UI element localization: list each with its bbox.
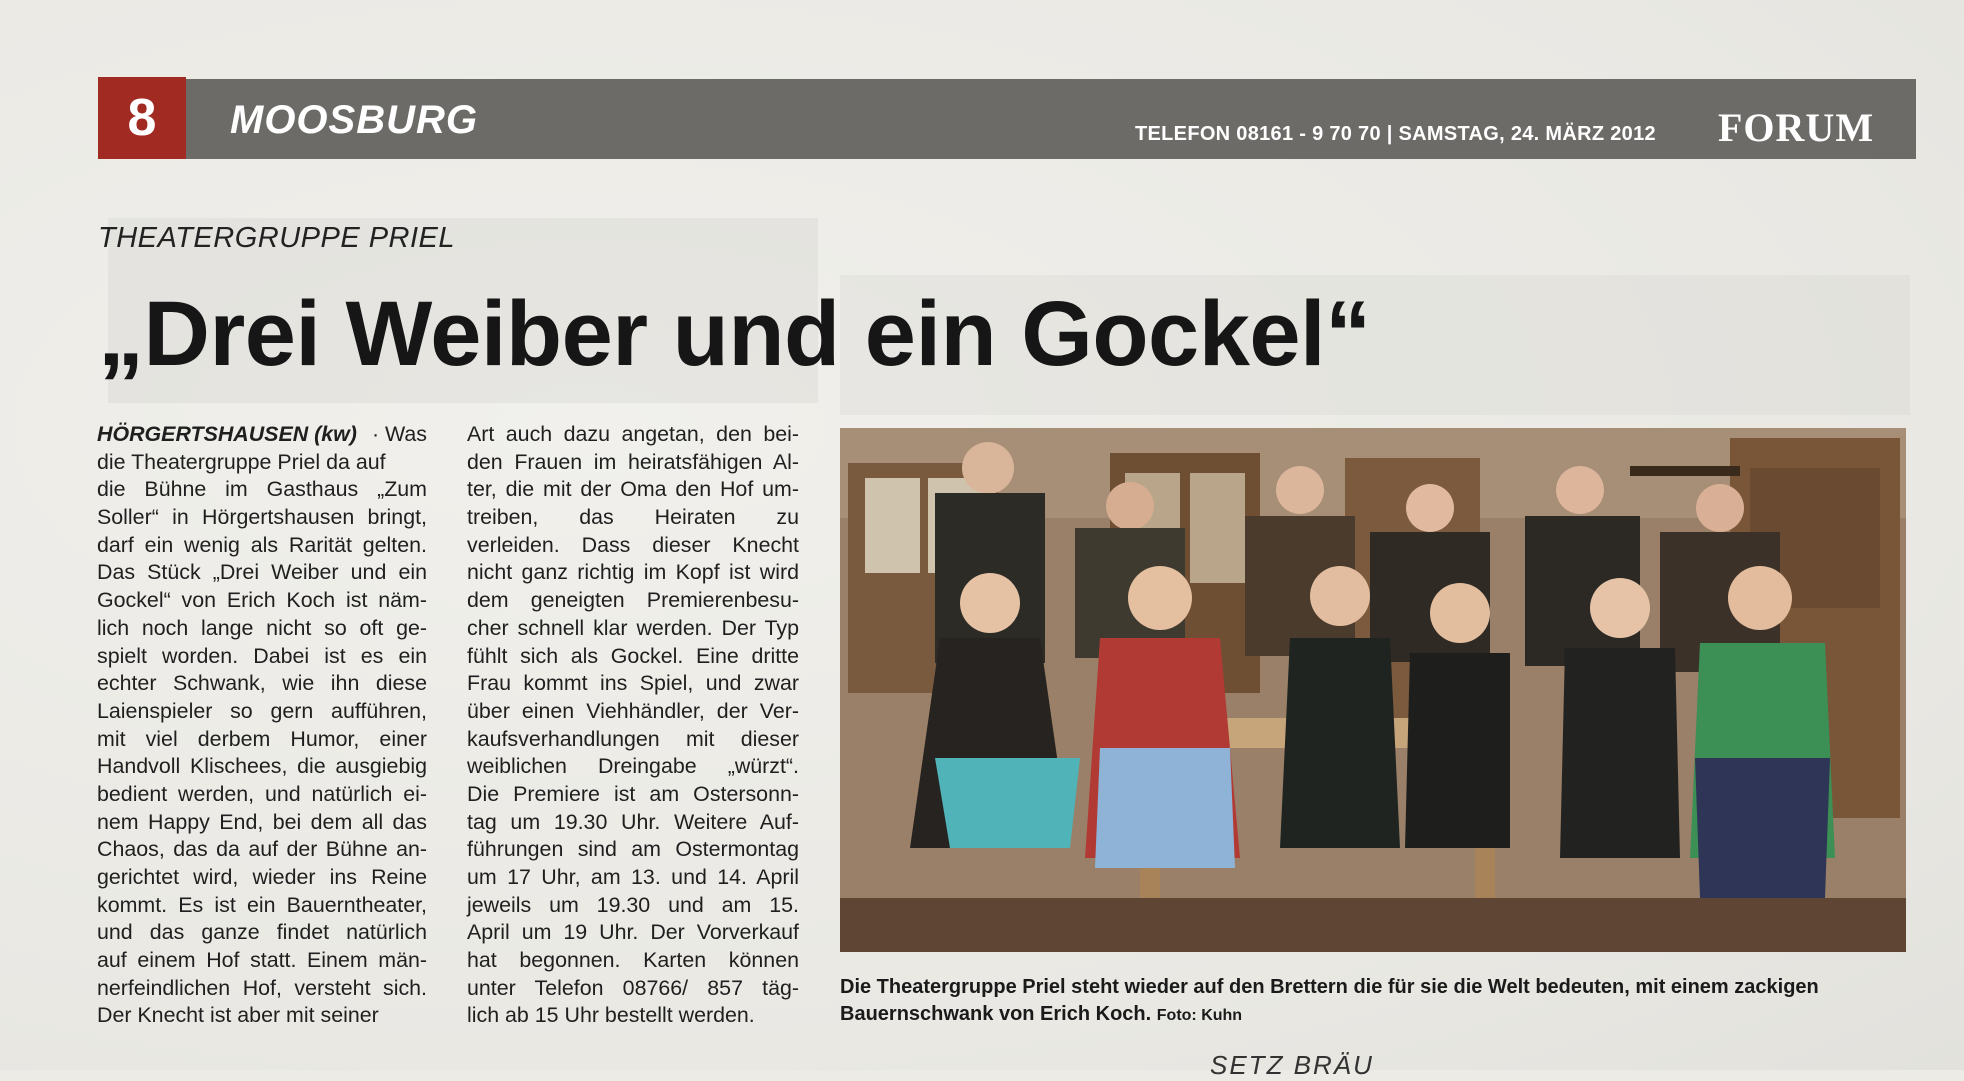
text-line: echter Schwank, wie ihn diese (97, 671, 427, 696)
text-line: lich ab 15 Uhr bestellt werden. (467, 1003, 755, 1028)
article-kicker: THEATERGRUPPE PRIEL (98, 222, 456, 254)
text-line: lich noch lange nicht so oft ge- (97, 615, 427, 640)
text-line: Laienspieler so gern aufführen, (97, 698, 427, 723)
text-line: April um 19 Uhr. Der Vorverkauf (467, 920, 799, 945)
text-line: HÖRGERTSHAUSEN (kw) · Was (97, 421, 427, 449)
text-line: um 17 Uhr, am 13. und 14. April (467, 865, 799, 889)
article-column-1: HÖRGERTSHAUSEN (kw) · Was die Theatergrup… (97, 421, 427, 1030)
text-line: ter, die mit der Oma den Hof um- (467, 477, 799, 502)
text-line: gerichtet wird, wieder ins Reine (97, 865, 427, 889)
text-line: Der Knecht ist aber mit seiner (97, 1003, 379, 1028)
text-line: cher schnell klar werden. Der Typ (467, 615, 799, 640)
text-line-rest: · Was (371, 422, 427, 446)
text-line: jeweils um 19.30 und am 15. (467, 892, 799, 917)
text-line: Die Premiere ist am Ostersonn- (467, 781, 799, 806)
text-line: Gockel“ von Erich Koch ist näm- (97, 588, 427, 613)
section-title: MOOSBURG (230, 98, 478, 142)
text-line: Das Stück „Drei Weiber und ein (97, 560, 427, 585)
text-line: bedient werden, und natürlich ei- (97, 781, 427, 806)
text-line: nem Happy End, bei dem all das (97, 809, 427, 834)
photo-caption: Die Theatergruppe Priel steht wieder auf… (840, 974, 1915, 1029)
group-photo-illustration (840, 428, 1906, 952)
photo-credit: Foto: Kuhn (1156, 1007, 1243, 1024)
next-article-heading: SETZ BRÄU (1210, 1050, 1374, 1080)
text-line: auf einem Hof statt. Einem män- (97, 948, 427, 973)
text-line: die Theatergruppe Priel da auf (97, 449, 386, 474)
text-line: dem geneigten Premierenbesu- (467, 588, 799, 613)
text-line: führungen sind am Ostermontag (467, 837, 799, 862)
text-line: Soller“ in Hörgertshausen bringt, (97, 505, 427, 530)
text-line: Handvoll Klischees, die ausgiebig (97, 754, 427, 779)
newspaper-page: 8 MOOSBURG TELEFON 08161 - 9 70 70 | SAM… (0, 0, 1964, 1080)
page-number: 8 (98, 77, 186, 159)
text-line: und das ganze findet natürlich (97, 920, 427, 945)
article-headline: „Drei Weiber und ein Gockel“ (98, 283, 1371, 385)
text-line: kaufsverhandlungen mit dieser (467, 726, 799, 751)
text-line: kommt. Es ist ein Bauerntheater, (97, 892, 427, 917)
text-line: tag um 19.30 Uhr. Weitere Auf- (467, 809, 799, 834)
group-photo (840, 428, 1906, 952)
text-line: mit viel derbem Humor, einer (97, 726, 427, 751)
text-line: darf ein wenig als Rarität gelten. (97, 532, 427, 557)
text-line: verleiden. Dass dieser Knecht (467, 532, 799, 557)
article-dateline: HÖRGERTSHAUSEN (kw) (97, 422, 357, 446)
text-line: Chaos, das da auf der Bühne an- (97, 837, 427, 862)
article-column-2: Art auch dazu angetan, den bei-den Fraue… (467, 421, 799, 1030)
text-line: den Frauen im heiratsfähigen Al- (467, 449, 799, 474)
text-line: spielt worden. Dabei ist es ein (97, 643, 427, 668)
text-line: nerfeindlichen Hof, versteht sich. (97, 975, 427, 1000)
header-contact-date: TELEFON 08161 - 9 70 70 | SAMSTAG, 24. M… (1135, 123, 1656, 145)
text-line: nicht ganz richtig im Kopf ist wird (467, 560, 799, 585)
text-line: die Bühne im Gasthaus „Zum (97, 477, 427, 502)
text-line: über einen Viehhändler, der Ver- (467, 698, 799, 723)
publication-logo: FORUM (1718, 105, 1875, 150)
text-line: fühlt sich als Gockel. Eine dritte (467, 643, 799, 668)
text-line: Frau kommt ins Spiel, und zwar (467, 671, 799, 696)
text-line: unter Telefon 08766/ 857 täg- (467, 975, 799, 1000)
text-line: weiblichen Dreingabe „würzt“. (467, 754, 799, 779)
text-line: Art auch dazu angetan, den bei- (467, 422, 799, 446)
text-line: treiben, das Heiraten zu (467, 505, 799, 530)
caption-text: Die Theatergruppe Priel steht wieder auf… (840, 976, 1819, 1025)
text-line: hat begonnen. Karten können (467, 948, 799, 973)
